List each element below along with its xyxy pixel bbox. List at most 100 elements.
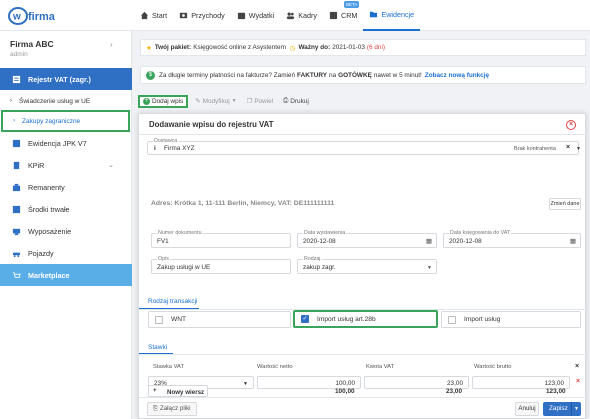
checkbox-checked[interactable]: ✓ [301, 315, 309, 323]
new-row-button[interactable]: + Nowy wiersz [148, 385, 208, 397]
assets-icon [12, 205, 21, 213]
sum-vat: 23,00 [446, 388, 462, 395]
option-import-28b[interactable]: ✓ Import usług art.28b [293, 310, 438, 328]
modify-button[interactable]: ✎ Modyfikuj ▼ [192, 95, 239, 108]
money-icon [180, 12, 188, 19]
supplier-value: Firma XYZ [164, 145, 195, 152]
type-select[interactable]: Rodzaj zakup zagr. ▼ [297, 256, 437, 274]
sidebar-item-label: Środki trwałe [28, 204, 70, 214]
sidebar-item-remanenty[interactable]: Remanenty [0, 176, 132, 198]
app-logo[interactable]: w firma [8, 6, 88, 26]
crm-icon [329, 11, 338, 20]
nav-start[interactable]: Start [134, 0, 173, 31]
sidebar-item-rejestr-vat[interactable]: Rejestr VAT (zagr.) [0, 68, 132, 90]
type-value: zakup zagr. [303, 264, 336, 271]
add-entry-button[interactable]: + Dodaj wpis [138, 94, 189, 108]
add-entry-label: Dodaj wpis [152, 97, 184, 105]
print-button[interactable]: ⎙ Drukuj [280, 95, 312, 108]
tab-transaction-type[interactable]: Rodzaj transakcji [148, 298, 198, 305]
option-import-uslug[interactable]: Import usług [441, 311, 581, 328]
col-net: Wartość netto [257, 364, 293, 370]
calendar-icon[interactable]: ▦ [426, 237, 432, 245]
nav-label: Start [152, 11, 168, 20]
checkbox[interactable] [155, 315, 163, 324]
repeat-button[interactable]: ❐ Powiel [244, 95, 277, 108]
nav-ewidencje[interactable]: Ewidencje [363, 0, 421, 31]
change-data-button[interactable]: Zmień dane [549, 198, 581, 210]
sidebar-item-swiadczenie[interactable]: › Świadczenie usług w UE [0, 90, 132, 112]
sidebar-item-pojazdy[interactable]: Pojazdy [0, 242, 132, 264]
supplier-field[interactable]: Dostawca i Firma XYZ Brak kontrahenta × … [147, 138, 581, 155]
plus-icon: + [153, 387, 157, 394]
edit-icon: ✎ [195, 98, 201, 105]
repeat-label: Powiel [254, 97, 274, 105]
clear-icon[interactable]: × [566, 144, 570, 151]
print-icon: ⎙ [283, 97, 289, 104]
calendar-icon[interactable]: ▦ [570, 237, 576, 245]
option-wnt[interactable]: WNT [148, 311, 291, 328]
close-icon[interactable]: × [575, 363, 579, 370]
checkbox[interactable] [448, 315, 456, 324]
nav-wydatki[interactable]: Wydatki [231, 0, 281, 31]
modal-title: Dodawanie wpisu do rejestru VAT [149, 120, 274, 129]
attach-files-button[interactable]: ⎘ Załącz pliki [147, 402, 197, 416]
promo-text-d: GOTÓWKĘ [338, 71, 372, 79]
toolbar: + Dodaj wpis ✎ Modyfikuj ▼ ❐ Powiel ⎙ Dr… [138, 94, 312, 108]
chevron-down-icon[interactable]: ▼ [571, 402, 581, 416]
chevron-right-icon: › [13, 118, 15, 124]
wallet-icon [237, 12, 245, 20]
nav-crm[interactable]: CRM BETA [323, 0, 363, 31]
issue-date-label: Data wystawienia [303, 230, 347, 236]
company-name[interactable]: Firma ABC [10, 39, 54, 49]
equipment-icon [12, 228, 21, 235]
sidebar-item-wyposazenie[interactable]: Wyposażenie [0, 220, 132, 242]
cancel-button[interactable]: Anuluj [515, 402, 539, 416]
promo-link[interactable]: Zobacz nową funkcję [425, 72, 489, 79]
nav-kadry[interactable]: Kadry [280, 0, 323, 31]
sidebar-item-srodki-trwale[interactable]: Środki trwałe [0, 198, 132, 220]
chevron-right-icon: › [10, 98, 12, 104]
folder-icon [370, 11, 378, 18]
doc-number-field[interactable]: Numer dokumentu FV1 [151, 230, 291, 248]
chevron-down-icon: ▼ [231, 98, 237, 104]
issue-date-field[interactable]: Data wystawienia 2020-12-08 ▦ [297, 230, 437, 248]
save-button[interactable]: Zapisz ▼ [543, 402, 581, 416]
pkg-label: Twój pakiet: [154, 44, 192, 51]
chevron-right-icon[interactable]: › [110, 40, 113, 49]
modify-label: Modyfikuj [202, 97, 230, 105]
nav-label: Ewidencje [381, 10, 415, 19]
valid-value: 2021-01-03 [332, 44, 365, 51]
option-label: Import usług [464, 316, 501, 323]
promo-banner: $ Za długie terminy płatności na fakturz… [140, 66, 586, 84]
home-icon [140, 11, 149, 20]
close-icon[interactable]: × [566, 120, 576, 130]
nav-przychody[interactable]: Przychody [173, 0, 231, 31]
print-label: Drukuj [290, 97, 309, 105]
chevron-down-icon: ▼ [243, 381, 248, 387]
doc-number-label: Numer dokumentu [157, 230, 203, 236]
main-nav: Start Przychody Wydatki Kadry CRM BETA E… [134, 0, 421, 31]
sidebar-item-kpir[interactable]: KPiR ⌄ [0, 154, 132, 176]
description-field[interactable]: Opis Zakup usługi w UE [151, 256, 291, 274]
tab-rates[interactable]: Stawki [148, 344, 167, 351]
nav-label: Przychody [191, 11, 225, 20]
issue-date-value: 2020-12-08 [303, 238, 336, 245]
sidebar-item-jpk[interactable]: Ewidencja JPK V7 [0, 132, 132, 154]
clock-icon: ◷ [289, 44, 296, 52]
sidebar-item-marketplace[interactable]: Marketplace [0, 264, 132, 286]
inventory-icon [12, 183, 21, 191]
sidebar-item-zakupy-zagraniczne[interactable]: › Zakupy zagraniczne [1, 110, 130, 132]
book-icon [13, 161, 20, 169]
doc-number-value: FV1 [157, 238, 169, 245]
chevron-down-icon[interactable]: ▼ [576, 146, 581, 152]
posting-date-value: 2020-12-08 [449, 238, 482, 245]
description-value: Zakup usługi w UE [157, 264, 211, 271]
option-label: Import usług art.28b [317, 315, 376, 323]
new-row-label: Nowy wiersz [167, 388, 205, 396]
posting-date-field[interactable]: Data księgowania do VAT 2020-12-08 ▦ [443, 230, 581, 248]
promo-text-a: Za długie terminy płatności na fakturze?… [159, 71, 296, 79]
promo-text-b: FAKTURY [297, 71, 327, 79]
cart-icon [12, 271, 21, 278]
remove-row-icon[interactable]: × [576, 378, 580, 385]
divider [139, 134, 587, 135]
